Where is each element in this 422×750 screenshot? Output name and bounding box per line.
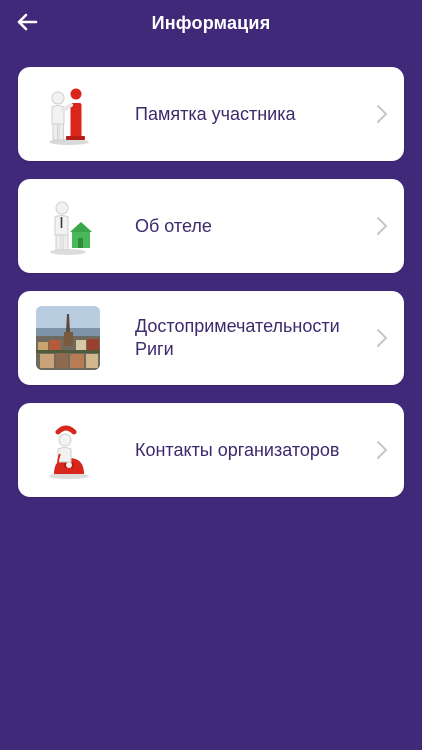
menu-item-label: Памятка участника bbox=[135, 103, 296, 124]
phone-figure-icon bbox=[36, 418, 100, 482]
menu-item-participant-memo[interactable]: Памятка участника bbox=[18, 67, 404, 161]
chevron-right-icon bbox=[377, 105, 387, 123]
menu-item-riga-sights[interactable]: Достопримечательности Риги bbox=[18, 291, 404, 385]
info-figure-icon bbox=[36, 82, 100, 146]
riga-photo bbox=[36, 306, 100, 370]
menu-item-about-hotel[interactable]: Об отеле bbox=[18, 179, 404, 273]
menu-item-organizer-contacts[interactable]: Контакты организаторов bbox=[18, 403, 404, 497]
nav-bar: Информация bbox=[0, 0, 422, 46]
page-title: Информация bbox=[151, 12, 271, 33]
menu-list: Памятка участника Об отеле Достопримечат… bbox=[18, 67, 404, 515]
hotel-figure-icon bbox=[36, 194, 100, 258]
menu-item-label: Контакты организаторов bbox=[135, 439, 340, 460]
chevron-right-icon bbox=[377, 441, 387, 459]
back-button[interactable] bbox=[14, 9, 40, 35]
chevron-right-icon bbox=[377, 329, 387, 347]
chevron-right-icon bbox=[377, 217, 387, 235]
menu-item-label: Достопримечательности Риги bbox=[135, 316, 340, 359]
arrow-left-icon bbox=[17, 13, 38, 31]
menu-item-label: Об отеле bbox=[135, 215, 212, 236]
